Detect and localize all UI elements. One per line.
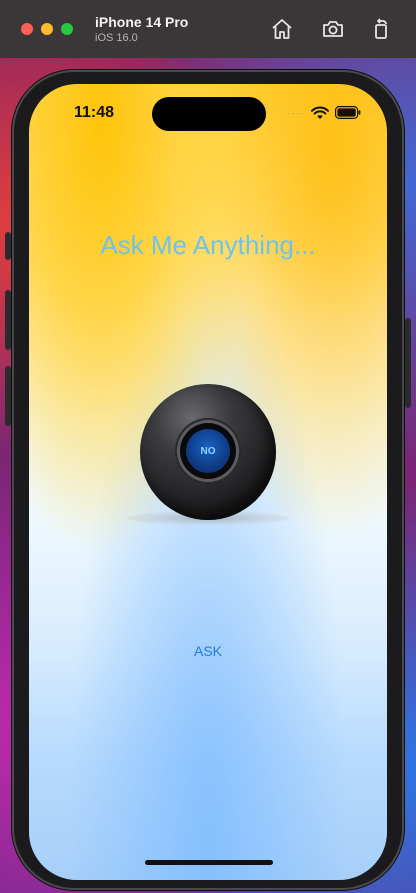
volume-up-button[interactable]: [5, 290, 11, 350]
camera-icon[interactable]: [321, 17, 345, 41]
home-icon[interactable]: [270, 17, 294, 41]
signal-dots: ····: [287, 108, 305, 119]
ball-answer-triangle: NO: [186, 429, 230, 473]
ask-button[interactable]: ASK: [173, 639, 243, 663]
dynamic-island: [152, 97, 266, 131]
phone-screen: 11:48 ···· Ask Me Anything... NO ASK: [29, 84, 387, 880]
simulator-titlebar: iPhone 14 Pro iOS 16.0: [0, 0, 416, 59]
power-button[interactable]: [405, 318, 411, 408]
answer-text: NO: [200, 445, 216, 457]
minimize-window-button[interactable]: [41, 23, 53, 35]
close-window-button[interactable]: [21, 23, 33, 35]
volume-down-button[interactable]: [5, 366, 11, 426]
os-version: iOS 16.0: [95, 32, 138, 44]
battery-icon: [335, 106, 361, 120]
wifi-icon: [311, 106, 329, 120]
ball-answer-window: NO: [180, 423, 236, 479]
rotate-icon[interactable]: [369, 17, 393, 41]
zoom-window-button[interactable]: [61, 23, 73, 35]
status-time: 11:48: [74, 104, 115, 121]
home-indicator[interactable]: [145, 860, 273, 865]
page-title: Ask Me Anything...: [100, 230, 316, 260]
device-name: iPhone 14 Pro: [95, 14, 189, 30]
ball-body: NO: [140, 384, 276, 520]
action-button[interactable]: [5, 232, 11, 260]
magic-8-ball: NO: [127, 384, 289, 534]
